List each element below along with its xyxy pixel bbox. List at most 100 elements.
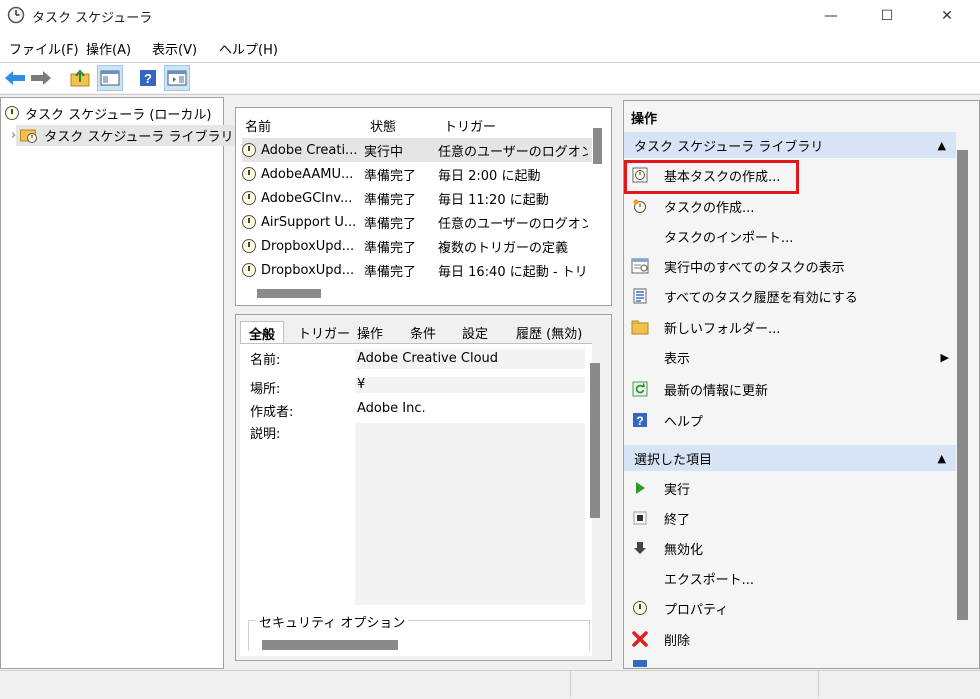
tab-history[interactable]: 履歴 (無効)	[508, 321, 590, 343]
create-task-label: タスクの作成...	[664, 200, 755, 216]
task-trigger: 毎日 11:20 に起動	[438, 192, 549, 208]
highlight-box	[624, 160, 799, 194]
menu-bar	[0, 32, 980, 62]
view-action[interactable]: 表示 ▶	[631, 344, 949, 370]
tab-actions[interactable]: 操作	[349, 321, 391, 343]
help-icon[interactable]: ?	[136, 66, 160, 90]
details-horizontal-scrollbar[interactable]	[262, 640, 398, 650]
more-help-action-partial[interactable]	[631, 656, 931, 667]
description-field[interactable]	[355, 423, 585, 605]
svg-text:?: ?	[144, 71, 152, 86]
table-row[interactable]: AdobeAAMU... 準備完了 毎日 2:00 に起動	[242, 162, 592, 186]
delete-label: 削除	[664, 633, 691, 649]
column-header-trigger[interactable]: トリガー	[444, 116, 496, 135]
menu-help[interactable]: ヘルプ(H)	[219, 39, 278, 58]
task-name: Adobe Creati...	[261, 142, 358, 158]
section-selected-label: 選択した項目	[634, 452, 713, 468]
author-field[interactable]: Adobe Inc.	[355, 400, 585, 418]
name-field[interactable]: Adobe Creative Cloud	[355, 349, 585, 369]
section-selected-item[interactable]: 選択した項目 ▲	[624, 445, 956, 471]
running-tasks-icon	[631, 257, 649, 275]
disable-action[interactable]: 無効化	[631, 535, 931, 561]
tab-settings[interactable]: 設定	[454, 321, 496, 343]
console-tree: タスク スケジューラ (ローカル) › タスク スケジューラ ライブラリ	[0, 97, 238, 669]
task-clock-icon	[242, 239, 256, 253]
properties-action[interactable]: プロパティ	[631, 595, 931, 621]
section-task-scheduler-library[interactable]: タスク スケジューラ ライブラリ ▲	[624, 132, 956, 158]
task-name: DropboxUpd...	[261, 262, 355, 278]
task-list-horizontal-scrollbar[interactable]	[257, 289, 321, 298]
end-action[interactable]: 終了	[631, 505, 931, 531]
down-arrow-icon	[631, 539, 649, 557]
tab-conditions[interactable]: 条件	[402, 321, 444, 343]
tab-general[interactable]: 全般	[240, 321, 285, 344]
delete-action[interactable]: 削除	[631, 626, 931, 652]
minimize-button[interactable]: —	[808, 0, 854, 32]
location-field[interactable]: ¥	[355, 377, 585, 393]
show-hide-action-pane-icon[interactable]	[164, 65, 190, 91]
task-name: AirSupport U...	[261, 214, 357, 230]
create-task-action[interactable]: タスクの作成...	[631, 193, 931, 219]
table-row[interactable]: AdobeGCInv... 準備完了 毎日 11:20 に起動	[242, 186, 592, 210]
column-header-status[interactable]: 状態	[370, 116, 396, 135]
up-folder-icon[interactable]	[68, 66, 92, 90]
enable-history-action[interactable]: すべてのタスク履歴を有効にする	[631, 283, 931, 309]
table-row[interactable]: DropboxUpd... 準備完了 複数のトリガーの定義	[242, 234, 592, 258]
status-bar	[0, 670, 980, 699]
forward-arrow-icon[interactable]	[29, 66, 53, 90]
new-folder-action[interactable]: 新しいフォルダー...	[631, 314, 931, 340]
svg-text:?: ?	[636, 414, 643, 428]
menu-action[interactable]: 操作(A)	[86, 39, 131, 58]
table-row[interactable]: DropboxUpd... 準備完了 毎日 16:40 に起動 - トリガー	[242, 258, 592, 282]
status-divider	[570, 671, 571, 698]
task-status: 準備完了	[364, 240, 417, 256]
run-label: 実行	[664, 482, 691, 498]
show-hide-console-tree-icon[interactable]	[97, 65, 123, 91]
task-name: AdobeAAMU...	[261, 166, 354, 182]
disable-label: 無効化	[664, 542, 704, 558]
scheduled-folder-icon	[20, 127, 38, 143]
help-action[interactable]: ? ヘルプ	[631, 407, 931, 433]
refresh-action[interactable]: 最新の情報に更新	[631, 376, 931, 402]
table-row[interactable]: Adobe Creati... 実行中 任意のユーザーのログオン時	[242, 138, 592, 162]
run-action[interactable]: 実行	[631, 475, 931, 501]
task-trigger: 任意のユーザーのログオン時	[438, 144, 588, 160]
task-trigger: 毎日 2:00 に起動	[438, 168, 541, 184]
tree-item-library[interactable]: › タスク スケジューラ ライブラリ	[1, 124, 238, 146]
back-arrow-icon[interactable]	[3, 66, 27, 90]
collapse-icon[interactable]: ▲	[938, 452, 946, 465]
close-button[interactable]: ✕	[924, 0, 970, 32]
task-status: 準備完了	[364, 192, 417, 208]
security-options-label: セキュリティ オプション	[256, 612, 409, 631]
table-row[interactable]: AirSupport U... 準備完了 任意のユーザーのログオン時	[242, 210, 592, 234]
actions-vertical-scrollbar[interactable]	[957, 150, 968, 620]
maximize-button[interactable]: ☐	[864, 0, 910, 32]
details-vertical-scrollbar[interactable]	[590, 363, 600, 518]
menu-view[interactable]: 表示(V)	[152, 39, 197, 58]
export-action[interactable]: エクスポート...	[631, 565, 931, 591]
task-status: 準備完了	[364, 216, 417, 232]
task-list-vertical-scrollbar[interactable]	[593, 128, 602, 164]
help-icon: ?	[631, 411, 649, 429]
tree-item-library-selected[interactable]: タスク スケジューラ ライブラリ	[16, 124, 238, 146]
end-label: 終了	[664, 512, 691, 528]
import-task-action[interactable]: タスクのインポート...	[631, 223, 931, 249]
task-details-pane: 全般 トリガー 操作 条件 設定 履歴 (無効) 名前: Adobe Creat…	[235, 314, 612, 661]
submenu-arrow-icon: ▶	[940, 350, 949, 364]
column-header-name[interactable]: 名前	[245, 116, 271, 135]
tree-item-root[interactable]: タスク スケジューラ (ローカル)	[1, 102, 223, 124]
properties-label: プロパティ	[664, 602, 729, 618]
task-trigger: 任意のユーザーのログオン時	[438, 216, 588, 232]
tree-item-root-label: タスク スケジューラ (ローカル)	[25, 107, 212, 123]
show-running-tasks-action[interactable]: 実行中のすべてのタスクの表示	[631, 253, 931, 279]
task-trigger: 複数のトリガーの定義	[438, 240, 569, 256]
collapse-icon[interactable]: ▲	[938, 139, 946, 152]
task-name: DropboxUpd...	[261, 238, 355, 254]
task-list: 名前 状態 トリガー Adobe Creati... 実行中 任意のユーザーのロ…	[235, 107, 612, 306]
task-status: 実行中	[364, 144, 404, 160]
menu-file[interactable]: ファイル(F)	[9, 39, 79, 58]
new-folder-icon	[631, 318, 649, 336]
task-clock-star-icon	[631, 197, 649, 215]
new-folder-label: 新しいフォルダー...	[664, 321, 781, 337]
tab-triggers[interactable]: トリガー	[290, 321, 358, 343]
